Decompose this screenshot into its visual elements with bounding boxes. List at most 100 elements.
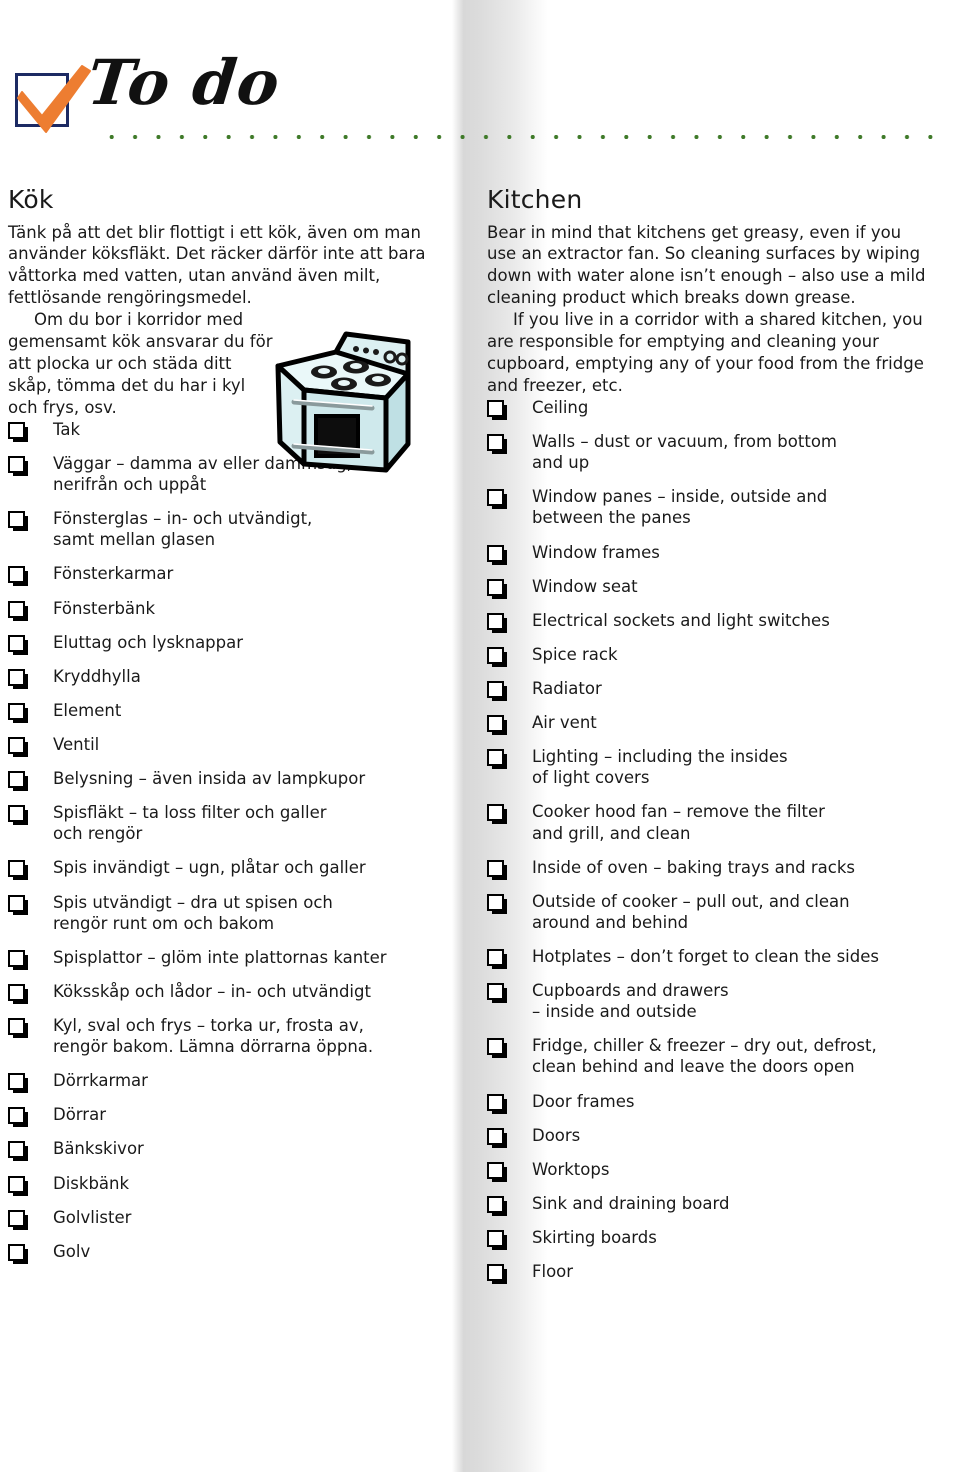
checklist-item-label: Fönsterkarmar bbox=[53, 564, 174, 584]
checklist-item[interactable]: Fönsterbänk bbox=[8, 598, 438, 619]
checklist-item-label: Window seat bbox=[532, 576, 638, 596]
checkbox-icon[interactable] bbox=[8, 1107, 25, 1125]
checkbox-icon[interactable] bbox=[8, 634, 25, 652]
checklist-item-label: Door frames bbox=[532, 1091, 635, 1111]
checkbox-icon[interactable] bbox=[487, 749, 504, 767]
checklist-item-label: Air vent bbox=[532, 713, 597, 733]
checkbox-icon[interactable] bbox=[487, 434, 504, 452]
checklist-item[interactable]: Cupboards and drawers – inside and outsi… bbox=[487, 980, 927, 1022]
checklist-item[interactable]: Doors bbox=[487, 1125, 927, 1146]
english-section-title: Kitchen bbox=[487, 185, 583, 214]
checkbox-icon[interactable] bbox=[8, 1018, 25, 1036]
checklist-item[interactable]: Spis utvändigt – dra ut spisen och rengö… bbox=[8, 892, 438, 934]
checkbox-icon[interactable] bbox=[8, 600, 25, 618]
checklist-item[interactable]: Floor bbox=[487, 1261, 927, 1282]
checklist-item[interactable]: Window frames bbox=[487, 542, 927, 563]
checkbox-icon[interactable] bbox=[487, 715, 504, 733]
checklist-item[interactable]: Kyl, sval och frys – torka ur, frosta av… bbox=[8, 1015, 438, 1057]
checklist-item[interactable]: Golvlister bbox=[8, 1207, 438, 1228]
checkbox-icon[interactable] bbox=[8, 894, 25, 912]
checkbox-icon[interactable] bbox=[8, 983, 25, 1001]
checklist-item[interactable]: Worktops bbox=[487, 1159, 927, 1180]
checklist-item[interactable]: Door frames bbox=[487, 1091, 927, 1112]
checkbox-icon[interactable] bbox=[487, 1264, 504, 1282]
checklist-item[interactable]: Lighting – including the insides of ligh… bbox=[487, 746, 927, 788]
checklist-item[interactable]: Spisfläkt – ta loss filter och galler oc… bbox=[8, 802, 438, 844]
dotted-rule bbox=[100, 133, 948, 141]
checklist-item[interactable]: Fridge, chiller & freezer – dry out, def… bbox=[487, 1035, 927, 1077]
checklist-item[interactable]: Walls – dust or vacuum, from bottom and … bbox=[487, 431, 927, 473]
checklist-item[interactable]: Bänkskivor bbox=[8, 1138, 438, 1159]
checklist-item[interactable]: Spice rack bbox=[487, 644, 927, 665]
checklist-item-label: Ventil bbox=[53, 735, 100, 755]
checkbox-icon[interactable] bbox=[8, 1175, 25, 1193]
checkbox-icon[interactable] bbox=[487, 646, 504, 664]
checkbox-icon[interactable] bbox=[487, 893, 504, 911]
checklist-item-label: Kryddhylla bbox=[53, 666, 141, 686]
english-column: Kitchen Bear in mind that kitchens get g… bbox=[487, 186, 927, 1295]
checkbox-icon[interactable] bbox=[487, 1161, 504, 1179]
checkbox-icon[interactable] bbox=[8, 805, 25, 823]
checkbox-icon[interactable] bbox=[8, 1073, 25, 1091]
checklist-item[interactable]: Fönsterglas – in- och utvändigt, samt me… bbox=[8, 508, 438, 550]
checklist-item[interactable]: Cooker hood fan – remove the filter and … bbox=[487, 801, 927, 843]
checkbox-icon[interactable] bbox=[487, 544, 504, 562]
checklist-item[interactable]: Dörrkarmar bbox=[8, 1070, 438, 1091]
checklist-item[interactable]: Diskbänk bbox=[8, 1173, 438, 1194]
checklist-item[interactable]: Outside of cooker – pull out, and clean … bbox=[487, 891, 927, 933]
checkbox-icon[interactable] bbox=[487, 948, 504, 966]
checklist-item[interactable]: Radiator bbox=[487, 678, 927, 699]
checkbox-icon[interactable] bbox=[487, 1229, 504, 1247]
checklist-item[interactable]: Spis invändigt – ugn, plåtar och galler bbox=[8, 857, 438, 878]
checklist-item-label: Radiator bbox=[532, 678, 602, 698]
checkbox-icon[interactable] bbox=[487, 1195, 504, 1213]
checklist-item[interactable]: Ceiling bbox=[487, 397, 927, 418]
checklist-item-label: Worktops bbox=[532, 1159, 610, 1179]
checklist-item[interactable]: Electrical sockets and light switches bbox=[487, 610, 927, 631]
checkbox-icon[interactable] bbox=[8, 737, 25, 755]
checkbox-icon[interactable] bbox=[487, 400, 504, 417]
checklist-item[interactable]: Air vent bbox=[487, 712, 927, 733]
checklist-item[interactable]: Belysning – även insida av lampkupor bbox=[8, 768, 438, 789]
checklist-item[interactable]: Ventil bbox=[8, 734, 438, 755]
checkbox-icon[interactable] bbox=[8, 566, 25, 584]
checkbox-icon[interactable] bbox=[487, 1038, 504, 1056]
checkbox-icon[interactable] bbox=[487, 983, 504, 1001]
checkbox-icon[interactable] bbox=[487, 489, 504, 507]
checkbox-icon[interactable] bbox=[8, 949, 25, 967]
checkbox-icon[interactable] bbox=[8, 1209, 25, 1227]
checklist-item[interactable]: Window panes – inside, outside and betwe… bbox=[487, 486, 927, 528]
checklist-item[interactable]: Hotplates – don’t forget to clean the si… bbox=[487, 946, 927, 967]
checkbox-icon[interactable] bbox=[487, 680, 504, 698]
checkbox-icon[interactable] bbox=[8, 860, 25, 878]
checkbox-icon[interactable] bbox=[487, 1127, 504, 1145]
checklist-item[interactable]: Skirting boards bbox=[487, 1227, 927, 1248]
checkbox-icon[interactable] bbox=[8, 771, 25, 789]
checkbox-icon[interactable] bbox=[8, 702, 25, 720]
checkbox-icon[interactable] bbox=[487, 578, 504, 596]
checklist-item[interactable]: Kryddhylla bbox=[8, 666, 438, 687]
checklist-item[interactable]: Window seat bbox=[487, 576, 927, 597]
checklist-item[interactable]: Golv bbox=[8, 1241, 438, 1262]
checkbox-icon[interactable] bbox=[487, 804, 504, 822]
checklist-item[interactable]: Spisplattor – glöm inte plattornas kante… bbox=[8, 947, 438, 968]
checklist-item[interactable]: Dörrar bbox=[8, 1104, 438, 1125]
checkbox-icon[interactable] bbox=[487, 859, 504, 877]
checkbox-icon[interactable] bbox=[8, 1141, 25, 1159]
checkbox-icon[interactable] bbox=[8, 456, 25, 474]
checkbox-icon[interactable] bbox=[8, 668, 25, 686]
checklist-item[interactable]: Inside of oven – baking trays and racks bbox=[487, 857, 927, 878]
checkbox-icon[interactable] bbox=[8, 511, 25, 529]
checklist-item-label: Sink and draining board bbox=[532, 1193, 730, 1213]
checklist-item[interactable]: Eluttag och lysknappar bbox=[8, 632, 438, 653]
stove-cooker-illustration bbox=[275, 331, 411, 473]
checklist-item[interactable]: Köksskåp och lådor – in- och utvändigt bbox=[8, 981, 438, 1002]
checklist-item[interactable]: Sink and draining board bbox=[487, 1193, 927, 1214]
checkbox-icon[interactable] bbox=[487, 1093, 504, 1111]
checklist-item[interactable]: Element bbox=[8, 700, 438, 721]
checkbox-icon[interactable] bbox=[8, 421, 25, 439]
checklist-item[interactable]: Fönsterkarmar bbox=[8, 563, 438, 584]
checkbox-icon[interactable] bbox=[8, 1243, 25, 1261]
checklist-item-label: Skirting boards bbox=[532, 1227, 657, 1247]
checkbox-icon[interactable] bbox=[487, 612, 504, 630]
